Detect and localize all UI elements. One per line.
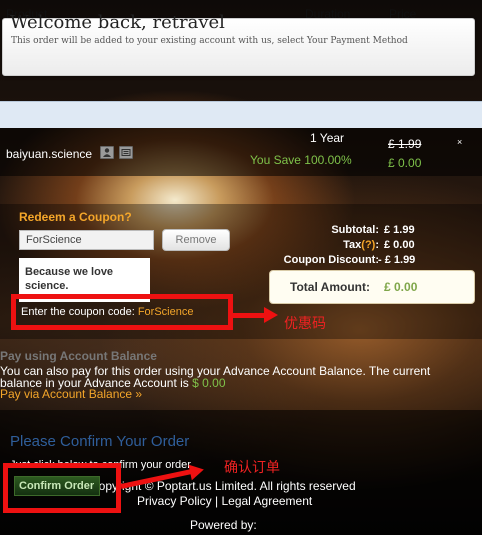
- header-product: Product: [6, 7, 48, 21]
- subtotal-value: £ 1.99: [384, 224, 415, 236]
- header-duration: Duration: [305, 7, 351, 21]
- coupon-highlight-box: [11, 294, 233, 330]
- tax-value: £ 0.00: [384, 239, 415, 251]
- privacy-policy-link[interactable]: Privacy Policy: [137, 494, 212, 508]
- id-card-icon[interactable]: [119, 146, 133, 159]
- coupon-arrow-line: [233, 313, 265, 318]
- confirm-arrow-icon: [188, 461, 206, 481]
- original-price: £ 1.99: [388, 137, 422, 151]
- confirm-annotation: 确认订单: [224, 459, 280, 475]
- confirm-heading: Please Confirm Your Order: [10, 433, 190, 450]
- savings-text: You Save 100.00%: [250, 153, 352, 167]
- user-icon[interactable]: [100, 146, 114, 159]
- coupon-discount-label: Coupon Discount:: [283, 254, 379, 266]
- confirm-highlight-box: [3, 463, 121, 513]
- tax-label: Tax(?):: [259, 239, 379, 251]
- tax-help-link[interactable]: (?): [361, 239, 375, 251]
- balance-description: You can also pay for this order using yo…: [0, 365, 440, 389]
- cart-table-header: [0, 101, 482, 128]
- total-amount-label: Total Amount:: [290, 280, 370, 294]
- coupon-discount-value: - £ 1.99: [378, 254, 416, 266]
- pay-via-balance-link[interactable]: Pay via Account Balance »: [0, 387, 142, 401]
- product-name: baiyuan.science: [6, 147, 93, 161]
- total-amount-value: £ 0.00: [384, 280, 418, 294]
- legal-agreement-link[interactable]: Legal Agreement: [221, 494, 312, 508]
- coupon-input[interactable]: [19, 230, 154, 250]
- coupon-arrow-icon: [264, 307, 278, 323]
- balance-heading: Pay using Account Balance: [0, 349, 157, 363]
- footer-links: Privacy Policy | Legal Agreement: [137, 494, 312, 508]
- remove-coupon-button[interactable]: Remove: [162, 229, 230, 251]
- duration-value: 1 Year: [310, 131, 345, 145]
- discounted-price: £ 0.00: [388, 156, 422, 170]
- remove-item-icon[interactable]: ×: [457, 137, 462, 147]
- balance-amount: $ 0.00: [192, 376, 226, 390]
- footer-separator: |: [211, 494, 222, 508]
- welcome-subtitle: This order will be added to your existin…: [11, 36, 408, 46]
- coupon-annotation: 优惠码: [284, 315, 326, 331]
- header-price: Price: [389, 7, 417, 21]
- coupon-heading: Redeem a Coupon?: [19, 210, 132, 224]
- tax-label-text: Tax: [343, 239, 362, 251]
- subtotal-label: Subtotal:: [331, 224, 379, 236]
- tax-label-colon: :: [375, 239, 379, 251]
- powered-by: Powered by:: [190, 518, 257, 532]
